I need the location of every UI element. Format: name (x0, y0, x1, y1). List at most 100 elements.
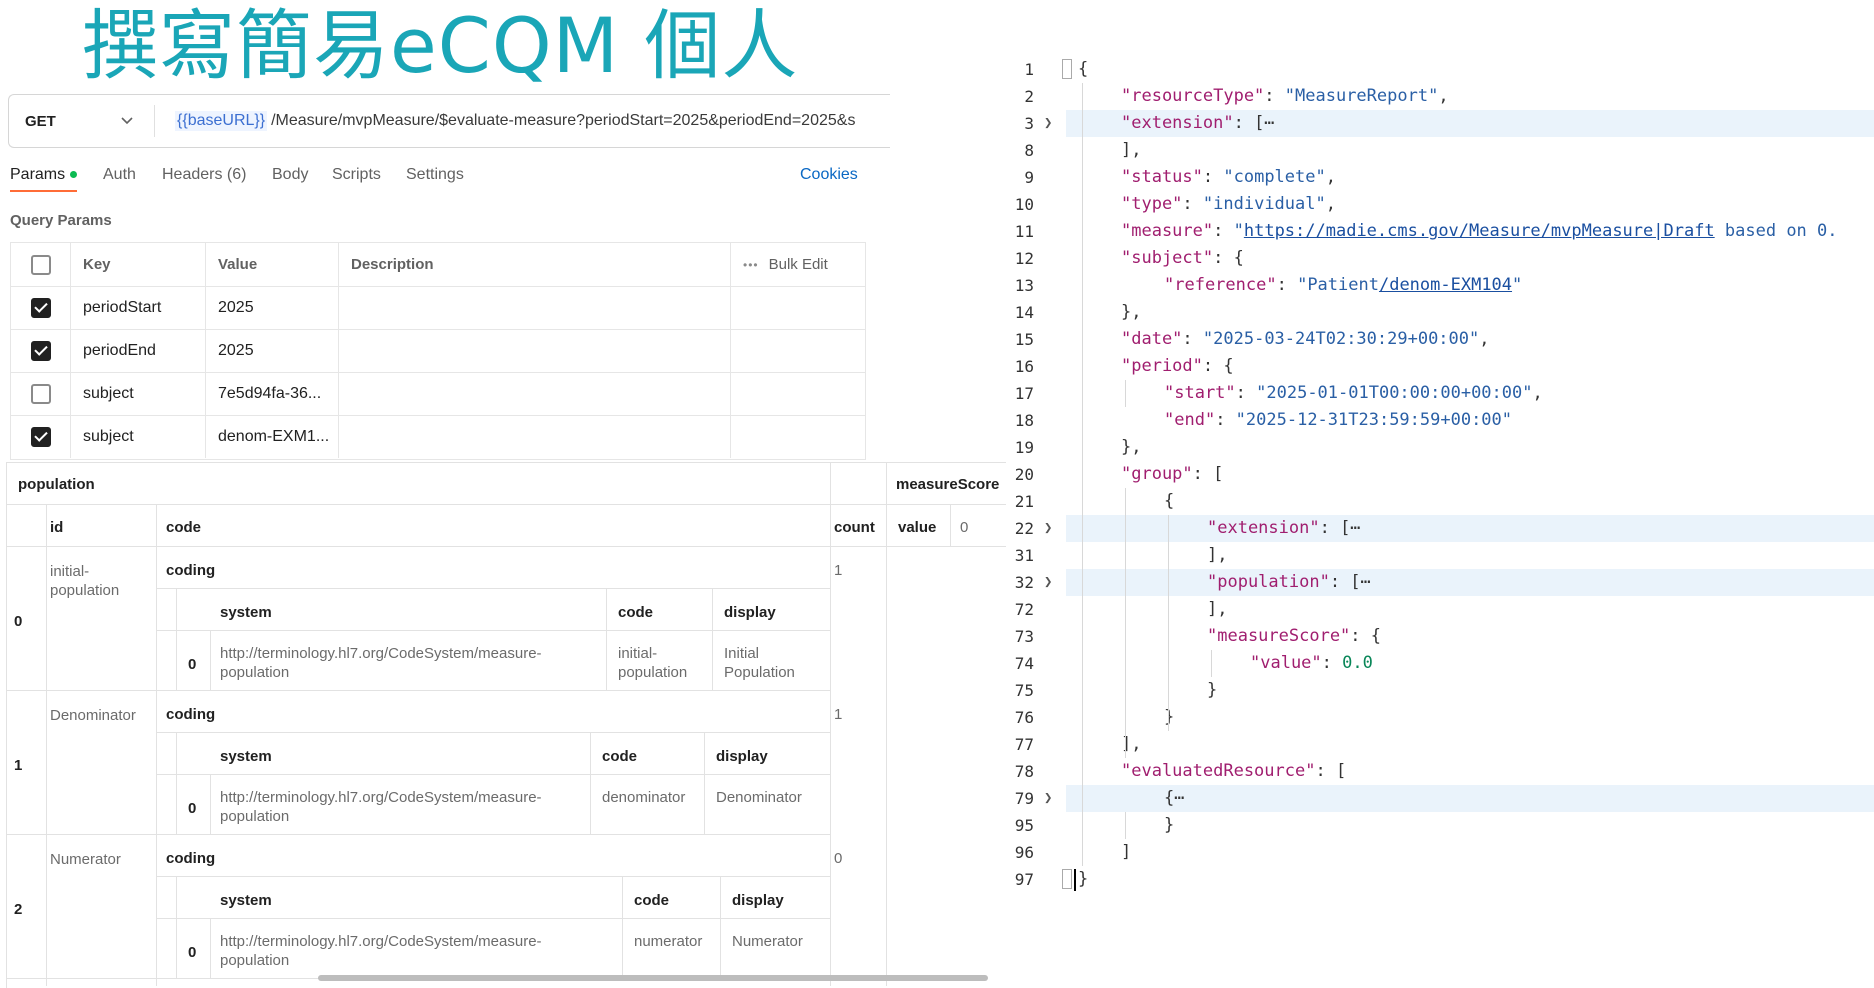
param-enabled-checkbox[interactable] (30, 383, 51, 404)
checkbox-cell (11, 372, 71, 415)
code-line: 74 "value": 0.0 (996, 650, 1874, 677)
tab-headers[interactable]: Headers (6) (162, 166, 246, 184)
code-line: 17 "start": "2025-01-01T00:00:00+00:00", (996, 380, 1874, 407)
code-text: ] (1121, 839, 1131, 866)
param-key[interactable]: subject (71, 415, 206, 458)
param-description[interactable] (339, 415, 731, 458)
json-string: "individual" (1202, 194, 1326, 214)
code-line: 32 ❯ "population": [⋯ (996, 569, 1874, 596)
code-line: 21 { (996, 488, 1874, 515)
code-text: "start": "2025-01-01T00:00:00+00:00", (1164, 380, 1543, 407)
json-punctuation: ] (1121, 842, 1132, 862)
line-number: 95 (1014, 816, 1034, 835)
tab-settings[interactable]: Settings (406, 166, 464, 184)
param-key[interactable]: subject (71, 372, 206, 415)
json-key: "subject" (1121, 248, 1214, 268)
table-row: subject denom-EXM1... (11, 415, 865, 458)
line-highlight (1066, 515, 1874, 542)
param-value[interactable]: 2025 (206, 329, 339, 372)
code-line: 2 "resourceType": "MeasureReport", (996, 83, 1874, 110)
line-number: 13 (1014, 276, 1034, 295)
chevron-down-icon[interactable] (119, 112, 135, 128)
tab-body[interactable]: Body (272, 166, 308, 184)
code-line: 31], (996, 542, 1874, 569)
fold-chevron-icon[interactable]: ❯ (1044, 515, 1052, 542)
json-key: "extension" (1121, 113, 1234, 133)
json-number: 0.0 (1342, 653, 1373, 673)
param-value[interactable]: 7e5d94fa-36... (206, 372, 339, 415)
json-key: "date" (1121, 329, 1183, 349)
code-text: ], (1207, 596, 1227, 623)
param-enabled-checkbox[interactable] (30, 297, 51, 318)
param-enabled-checkbox[interactable] (30, 426, 51, 447)
row-actions-cell (731, 415, 865, 458)
json-link[interactable]: /denom-EXM104 (1379, 275, 1512, 295)
code-line: 97} (996, 866, 1874, 893)
param-description[interactable] (339, 372, 731, 415)
measure-score-header: measureScore (896, 476, 1000, 493)
code-line: 20 "group": [ (996, 461, 1874, 488)
line-number: 79 (1014, 789, 1034, 808)
param-description[interactable] (339, 286, 731, 329)
param-value[interactable]: denom-EXM1... (206, 415, 339, 458)
param-key[interactable]: periodStart (71, 286, 206, 329)
query-params-table: Key Value Description ••• Bulk Edit peri… (10, 242, 866, 460)
coding-index: 0 (188, 800, 197, 817)
json-punctuation: : (1202, 167, 1224, 187)
code-text: "end": "2025-12-31T23:59:59+00:00" (1164, 407, 1512, 434)
code-text: "subject": { (1121, 245, 1244, 272)
horizontal-scrollbar[interactable] (318, 975, 988, 981)
header-value: Value (206, 243, 339, 286)
cookies-link[interactable]: Cookies (800, 166, 858, 184)
param-value[interactable]: 2025 (206, 286, 339, 329)
column-code: code (166, 519, 202, 536)
grid-line (606, 588, 607, 690)
grid-line (176, 732, 177, 834)
indent-guide (1125, 488, 1126, 758)
code-line: 72], (996, 596, 1874, 623)
code-text: } (1164, 704, 1174, 731)
tab-params[interactable]: Params (10, 166, 78, 192)
population-count: 1 (834, 706, 843, 723)
json-punctuation: : [ (1315, 761, 1347, 781)
coding-index: 0 (188, 944, 197, 961)
param-key[interactable]: periodEnd (71, 329, 206, 372)
select-all-checkbox[interactable] (30, 254, 51, 275)
param-enabled-checkbox[interactable] (30, 340, 51, 361)
header-description: Description (339, 243, 731, 286)
line-number: 74 (1014, 654, 1034, 673)
grid-line (156, 876, 830, 877)
grid-line (720, 876, 721, 978)
code-line: 19}, (996, 434, 1874, 461)
code-text: { (1164, 488, 1174, 515)
population-count: 1 (834, 562, 843, 579)
table-row: periodStart 2025 (11, 286, 865, 330)
sub-header-code: code (602, 748, 638, 765)
indent-guide (1082, 83, 1083, 866)
fold-chevron-icon[interactable]: ❯ (1044, 785, 1052, 812)
fold-chevron-icon[interactable]: ❯ (1044, 569, 1052, 596)
tab-auth[interactable]: Auth (103, 166, 136, 184)
json-link[interactable]: https://madie.cms.gov/Measure/mvpMeasure… (1244, 221, 1715, 241)
code-text: "reference": "Patient/denom-EXM104" (1164, 272, 1522, 299)
grid-line (6, 462, 7, 988)
line-number: 73 (1014, 627, 1034, 646)
line-number: 15 (1014, 330, 1034, 349)
grid-line (210, 630, 211, 690)
url-input[interactable]: {{baseURL}} /Measure/mvpMeasure/$evaluat… (175, 95, 891, 147)
url-path-text: /Measure/mvpMeasure/$evaluate-measure?pe… (271, 112, 856, 129)
json-key: "population" (1207, 572, 1330, 592)
query-params-heading: Query Params (10, 212, 112, 229)
bulk-edit-button[interactable]: ••• Bulk Edit (731, 243, 865, 286)
json-string: "2025-03-24T02:30:29+00:00" (1202, 329, 1480, 349)
fold-chevron-icon[interactable]: ❯ (1044, 110, 1052, 137)
json-punctuation: : [⋯ (1319, 518, 1361, 538)
tab-scripts[interactable]: Scripts (332, 166, 381, 184)
code-text: ], (1121, 137, 1141, 164)
column-id: id (50, 519, 64, 536)
sub-header-display: display (732, 892, 784, 909)
table-row: subject 7e5d94fa-36... (11, 372, 865, 416)
param-description[interactable] (339, 329, 731, 372)
sub-header-system: system (220, 892, 272, 909)
code-text: } (1207, 677, 1217, 704)
